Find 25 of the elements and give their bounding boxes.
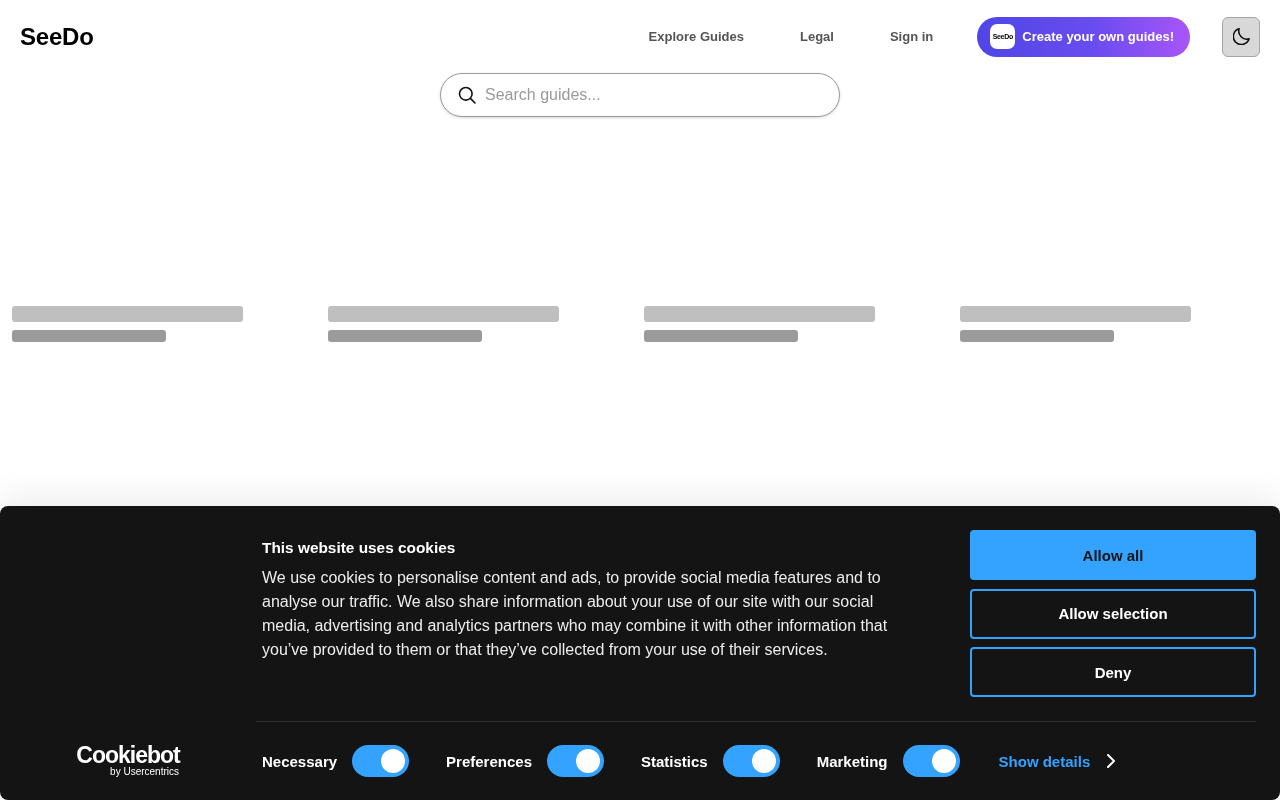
cookie-banner-text: We use cookies to personalise content and ads, to provide social media features and to analyse our traffic. We also share information about your use of our site with our social media, advertising and analytics partners who may combine it with other information that you’ve provided to them or that they’ve collected from your use of their services.: [262, 568, 889, 660]
toggle-switch[interactable]: [352, 745, 410, 777]
cookiebot-logo: Cookiebot: [76, 744, 180, 766]
toggle-label: Necessary: [262, 752, 338, 770]
site-logo[interactable]: SeeDo: [20, 22, 94, 51]
toggle-label: Preferences: [446, 752, 532, 770]
search-field[interactable]: Search guides...: [440, 73, 840, 117]
consent-button[interactable]: Allow all: [970, 530, 1256, 580]
cookiebot-byline: by Usercentrics: [110, 766, 179, 778]
show-details-link[interactable]: Show details: [998, 752, 1116, 770]
cookie-banner-title: This website uses cookies: [262, 539, 457, 557]
toggle-label: Statistics: [641, 752, 708, 770]
search-icon: [458, 86, 476, 104]
consent-button[interactable]: Deny: [970, 647, 1256, 697]
toggle-label: Marketing: [816, 752, 888, 770]
nav-link[interactable]: Legal: [800, 29, 834, 44]
toggle-switch[interactable]: [902, 745, 960, 777]
toggle-switch[interactable]: [547, 745, 604, 777]
chevron-right-icon: [1107, 754, 1116, 768]
consent-button[interactable]: Allow selection: [970, 588, 1256, 639]
moon-icon: [1232, 28, 1250, 45]
nav-link[interactable]: Explore Guides: [648, 29, 744, 44]
toggle-switch[interactable]: [722, 745, 780, 777]
theme-toggle-button[interactable]: [1222, 16, 1260, 57]
nav-link[interactable]: Sign in: [889, 29, 934, 44]
